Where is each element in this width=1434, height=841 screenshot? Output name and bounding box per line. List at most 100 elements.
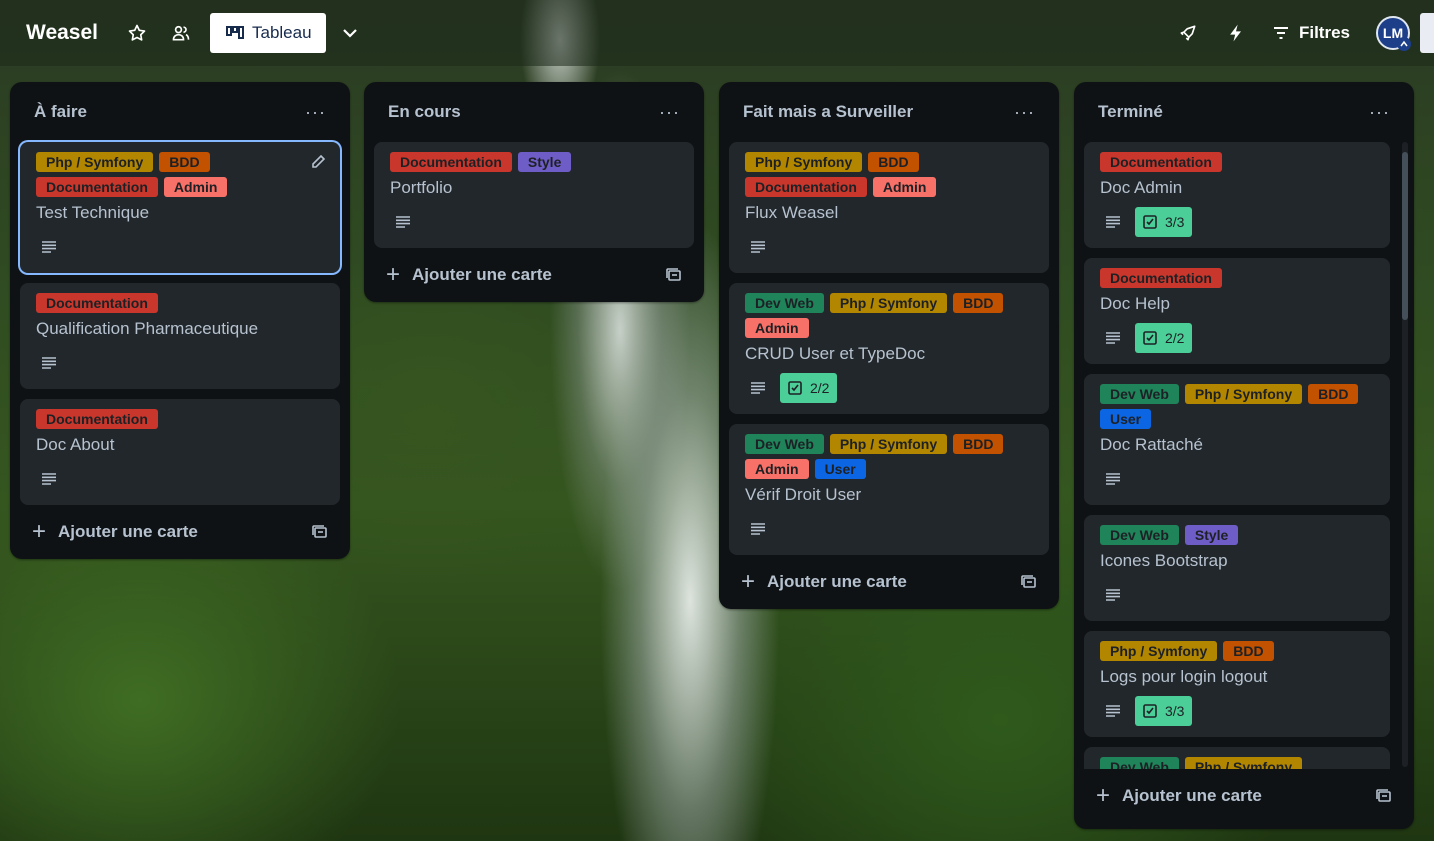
add-card-button[interactable]: + Ajouter une carte <box>20 505 340 559</box>
label-php-symfony[interactable]: Php / Symfony <box>745 152 863 172</box>
card-title: CRUD User et TypeDoc <box>745 344 926 363</box>
power-ups-icon[interactable] <box>1177 22 1199 44</box>
label-dev-web[interactable]: Dev Web <box>745 293 824 313</box>
card-title: Icones Bootstrap <box>1100 551 1228 570</box>
label-admin[interactable]: Admin <box>163 177 228 197</box>
list-title[interactable]: Terminé <box>1098 102 1163 122</box>
filter-icon <box>1273 27 1288 39</box>
automation-icon[interactable] <box>1225 22 1247 44</box>
label-bdd[interactable]: BDD <box>1223 641 1274 661</box>
card-logs-pour-login-logout[interactable]: Php / Symfony BDD Logs pour login logout 3/… <box>1084 631 1390 737</box>
list-menu-button[interactable]: ··· <box>659 102 680 123</box>
label-admin[interactable]: Admin <box>872 177 937 197</box>
label-dev-web[interactable]: Dev Web <box>1100 757 1179 769</box>
list-scrollbar[interactable] <box>1402 142 1408 767</box>
filters-label: Filtres <box>1298 23 1350 42</box>
label-php-symfony[interactable]: Php / Symfony <box>829 434 948 454</box>
card-qualification-pharmaceutique[interactable]: Documentation Qualification Pharmaceutiqu… <box>20 283 340 389</box>
card-labels: Documentation <box>1100 268 1370 288</box>
checklist-icon <box>1143 331 1157 345</box>
list-title[interactable]: À faire <box>34 102 87 122</box>
card-template-icon[interactable] <box>312 525 328 539</box>
card-doc-help[interactable]: Documentation Doc Help 2/2 <box>1084 258 1390 364</box>
label-admin[interactable]: Admin <box>745 318 809 338</box>
description-icon <box>41 241 57 253</box>
pencil-icon[interactable] <box>310 154 326 170</box>
label-documentation[interactable]: Documentation <box>745 177 867 197</box>
label-admin[interactable]: Admin <box>745 459 809 479</box>
card-badges: 2/2 <box>1100 323 1374 353</box>
label-php-symfony[interactable]: Php / Symfony <box>1100 641 1218 661</box>
card-doc-rattache[interactable]: Dev Web Php / Symfony BDD User Doc Rattaché <box>1084 374 1390 505</box>
card-verif-droit-user[interactable]: Dev Web Php / Symfony BDD Admin User Vérif Dr… <box>729 424 1049 555</box>
list-title[interactable]: Fait mais a Surveiller <box>743 102 913 122</box>
card-doc-admin[interactable]: Documentation Doc Admin 3/3 <box>1084 142 1390 248</box>
card-list: Documentation Style Portfolio <box>374 142 694 248</box>
board-view-switcher[interactable]: Tableau <box>210 13 326 53</box>
label-php-symfony[interactable]: Php / Symfony <box>829 293 948 313</box>
label-php-symfony[interactable]: Php / Symfony <box>1184 757 1303 769</box>
label-bdd[interactable]: BDD <box>953 434 1004 454</box>
card-labels: Dev Web Php / Symfony <box>1100 757 1370 769</box>
description-icon <box>1105 473 1121 485</box>
list-menu-button[interactable]: ··· <box>1369 102 1390 123</box>
label-bdd[interactable]: BDD <box>868 152 919 172</box>
card-test-technique[interactable]: Php / Symfony BDD Documentation Admin Test T… <box>20 142 340 273</box>
filters-button[interactable]: Filtres <box>1273 23 1350 43</box>
list-title[interactable]: En cours <box>388 102 461 122</box>
checklist-badge: 2/2 <box>780 373 838 403</box>
label-dev-web[interactable]: Dev Web <box>745 434 824 454</box>
label-user[interactable]: User <box>814 459 866 479</box>
workspace-visibility-icon[interactable] <box>170 22 192 44</box>
label-bdd[interactable]: BDD <box>159 152 210 172</box>
label-php-symfony[interactable]: Php / Symfony <box>36 152 154 172</box>
label-dev-web[interactable]: Dev Web <box>1100 525 1179 545</box>
add-card-button[interactable]: + Ajouter une carte <box>374 248 694 302</box>
chevron-down-icon[interactable] <box>340 23 360 43</box>
card-badges <box>390 208 678 236</box>
share-button[interactable] <box>1420 13 1434 53</box>
checklist-count: 3/3 <box>1165 214 1185 230</box>
label-documentation[interactable]: Documentation <box>36 409 158 429</box>
list-menu-button[interactable]: ··· <box>305 102 326 123</box>
add-card-button[interactable]: + Ajouter une carte <box>729 555 1049 609</box>
card-badges: 3/3 <box>1100 696 1374 726</box>
list-header: Terminé ··· <box>1084 82 1404 142</box>
admin-badge-icon <box>1397 37 1411 51</box>
card-doc-about[interactable]: Documentation Doc About <box>20 399 340 505</box>
label-user[interactable]: User <box>1100 409 1152 429</box>
label-style[interactable]: Style <box>1184 525 1239 545</box>
card-template-icon[interactable] <box>666 268 682 282</box>
card-icones-bootstrap[interactable]: Dev Web Style Icones Bootstrap <box>1084 515 1390 621</box>
description-icon <box>1105 589 1121 601</box>
label-bdd[interactable]: BDD <box>1308 384 1359 404</box>
scrollbar-thumb[interactable] <box>1402 152 1408 320</box>
board-header: Weasel Tableau Filtres LM <box>0 0 1434 66</box>
card-labels: Php / Symfony BDD <box>1100 641 1370 661</box>
card-labels: Php / Symfony BDD Documentation Admin <box>745 152 1015 197</box>
card-portfolio[interactable]: Documentation Style Portfolio <box>374 142 694 248</box>
list-menu-button[interactable]: ··· <box>1014 102 1035 123</box>
label-php-symfony[interactable]: Php / Symfony <box>1184 384 1303 404</box>
card-crud-user-et-typedoc[interactable]: Dev Web Php / Symfony BDD Admin CRUD User et… <box>729 283 1049 414</box>
label-documentation[interactable]: Documentation <box>390 152 512 172</box>
avatar[interactable]: LM <box>1376 16 1411 51</box>
star-icon[interactable] <box>126 22 148 44</box>
card-flux-weasel[interactable]: Php / Symfony BDD Documentation Admin Flux W… <box>729 142 1049 273</box>
label-documentation[interactable]: Documentation <box>36 293 158 313</box>
card-template-icon[interactable] <box>1376 789 1392 803</box>
label-style[interactable]: Style <box>517 152 572 172</box>
label-documentation[interactable]: Documentation <box>1100 152 1222 172</box>
list-header: En cours ··· <box>374 82 694 142</box>
board-name[interactable]: Weasel <box>26 21 98 45</box>
label-dev-web[interactable]: Dev Web <box>1100 384 1179 404</box>
card-partial[interactable]: Dev Web Php / Symfony <box>1084 747 1390 769</box>
card-badges <box>745 233 1033 261</box>
label-bdd[interactable]: BDD <box>953 293 1004 313</box>
card-template-icon[interactable] <box>1021 575 1037 589</box>
label-documentation[interactable]: Documentation <box>1100 268 1222 288</box>
label-documentation[interactable]: Documentation <box>36 177 158 197</box>
card-title: Doc Admin <box>1100 178 1183 197</box>
add-card-button[interactable]: + Ajouter une carte <box>1084 769 1404 823</box>
description-icon <box>395 216 411 228</box>
